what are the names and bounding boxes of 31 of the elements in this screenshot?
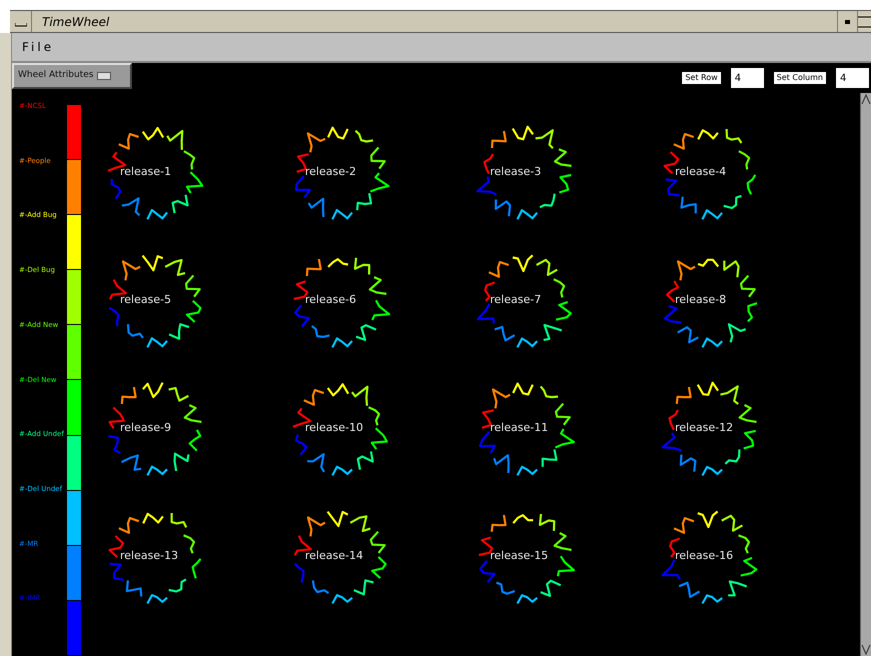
wheel-label: release-6 xyxy=(305,293,356,307)
wheel-label: release-7 xyxy=(490,293,542,307)
column-field[interactable]: 4 xyxy=(836,68,869,88)
window-title: TimeWheel xyxy=(42,14,110,30)
wheel-label: release-14 xyxy=(305,549,364,563)
wheel-label: release-16 xyxy=(675,549,734,563)
wheel-label: release-8 xyxy=(675,293,726,307)
wheel-label: release-2 xyxy=(305,165,356,179)
wheel-label: release-12 xyxy=(675,421,734,435)
wheel-label: release-4 xyxy=(675,165,726,179)
scroll-down-icon[interactable] xyxy=(861,644,871,656)
wheel-label: release-11 xyxy=(490,421,548,435)
maximize-icon xyxy=(858,16,871,28)
scrollbar[interactable] xyxy=(860,93,871,656)
menu-icon xyxy=(14,23,26,27)
wheel-label: release-5 xyxy=(120,293,172,307)
scroll-up-icon[interactable] xyxy=(861,93,871,105)
attributes-button[interactable]: Wheel Attributes xyxy=(12,63,132,89)
row-label: Set Row xyxy=(682,72,721,84)
column-label: Set Column xyxy=(774,72,826,84)
minimize-icon xyxy=(845,20,850,24)
wheel-label: release-13 xyxy=(120,549,178,563)
menu-item[interactable]: File xyxy=(22,38,54,56)
maximize-button[interactable] xyxy=(857,11,871,32)
wheel-label: release-9 xyxy=(120,421,172,435)
wheel-label: release-10 xyxy=(305,421,364,435)
wheel-label: release-1 xyxy=(120,165,172,179)
wheel-label: release-3 xyxy=(490,165,542,179)
option-menu-icon xyxy=(97,72,112,80)
wheel-label: release-15 xyxy=(490,549,548,563)
row-field[interactable]: 4 xyxy=(730,68,764,88)
